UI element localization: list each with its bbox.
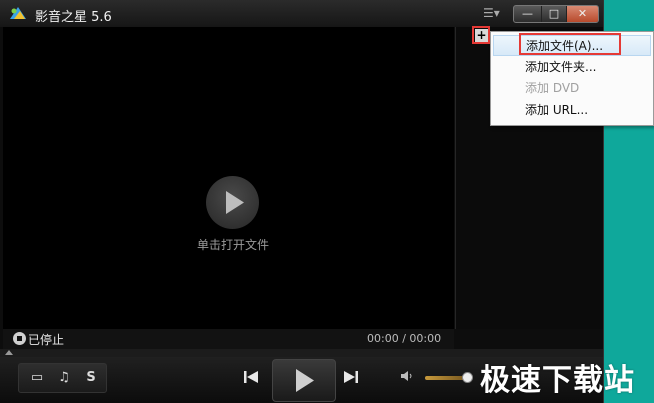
volume-icon[interactable] (400, 369, 414, 383)
app-logo-icon (10, 7, 26, 19)
video-area[interactable]: 单击打开文件 (3, 27, 454, 329)
window-controls: — □ ✕ (513, 5, 599, 23)
next-button[interactable] (340, 367, 362, 387)
list-menu-icon[interactable]: ☰▾ (483, 6, 501, 20)
center-play-button[interactable] (206, 176, 259, 229)
seek-handle[interactable] (5, 350, 13, 355)
next-icon (344, 371, 358, 383)
minimize-button[interactable]: — (514, 6, 542, 22)
status-text: 已停止 (28, 333, 65, 347)
open-file-hint[interactable]: 单击打开文件 (197, 236, 269, 253)
video-mode-button[interactable]: ▭ (27, 369, 47, 387)
menu-item-add-dvd: 添加 DVD (525, 81, 580, 95)
volume-slider[interactable] (425, 376, 465, 380)
volume-knob[interactable] (462, 372, 473, 383)
title-bar[interactable]: 影音之星 5.6 ☰▾ — □ ✕ (0, 0, 603, 27)
menu-item-add-url[interactable]: 添加 URL... (493, 100, 651, 121)
previous-button[interactable] (240, 367, 262, 387)
watermark-text: 极速下载站 (480, 363, 635, 398)
mode-buttons: ▭ ♫ S (18, 363, 107, 393)
window-title: 影音之星 5.6 (35, 10, 112, 25)
subtitle-button[interactable]: S (81, 369, 101, 387)
menu-item-highlight (519, 33, 621, 55)
time-display: 00:00 / 00:00 (367, 332, 442, 345)
menu-item-add-folder[interactable]: 添加文件夹... (493, 57, 651, 78)
play-icon (226, 191, 244, 214)
stop-status-icon (13, 332, 26, 345)
play-button[interactable] (272, 359, 336, 402)
close-button[interactable]: ✕ (567, 6, 598, 22)
play-icon (296, 369, 314, 392)
previous-icon (244, 371, 258, 383)
add-button-highlight (472, 26, 490, 44)
audio-mode-button[interactable]: ♫ (54, 369, 74, 387)
maximize-button[interactable]: □ (542, 6, 567, 22)
status-bar: 已停止 00:00 / 00:00 (3, 329, 454, 349)
